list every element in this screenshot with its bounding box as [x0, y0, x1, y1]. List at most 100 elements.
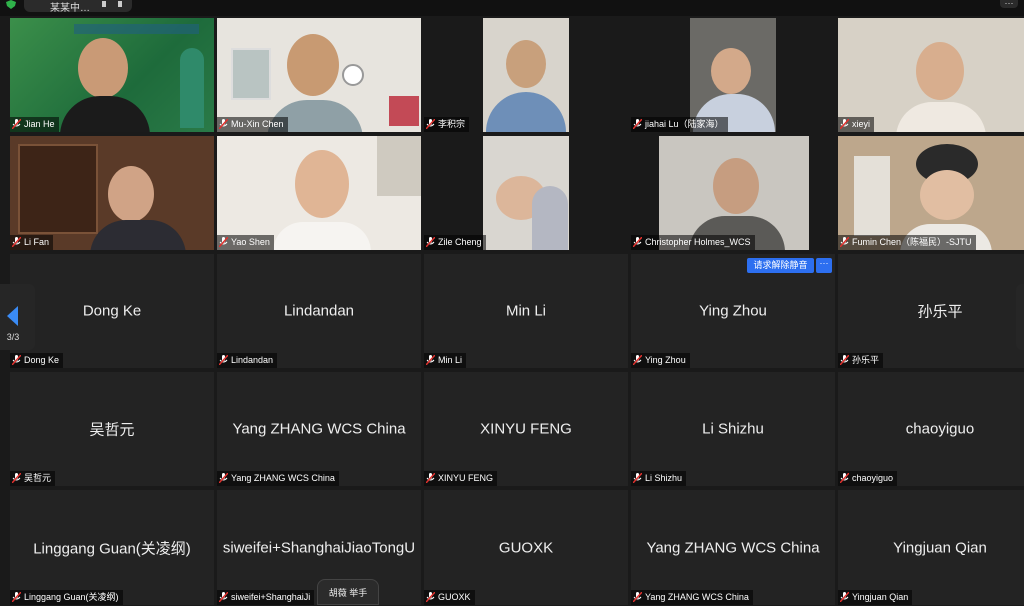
person-head [108, 166, 154, 222]
participant-name-label: Li Shizhu [631, 471, 687, 486]
video-tile[interactable]: jiahai Lu（陆家海） [631, 18, 835, 132]
participant-name-label: Min Li [424, 353, 467, 368]
participant-name-label: chaoyiguo [838, 471, 898, 486]
participant-name-label: Yang ZHANG WCS China [217, 471, 339, 486]
video-tile[interactable]: 李积宗 [424, 18, 628, 132]
audio-tile[interactable]: Min Li Min Li [424, 254, 628, 368]
participant-display-name: 孙乐平 [917, 303, 963, 321]
audio-tile[interactable]: GUOXK GUOXK [424, 490, 628, 605]
muted-mic-icon [840, 119, 849, 129]
participant-display-name: XINYU FENG [480, 420, 572, 438]
more-options-icon[interactable]: ··· [1000, 0, 1018, 8]
participant-display-name: Lindandan [283, 302, 355, 320]
participant-name-label: Jian He [10, 117, 59, 132]
next-page-button[interactable] [1016, 284, 1024, 350]
participant-name-label: Fumin Chen（陈福民）-SJTU [838, 235, 976, 250]
request-unmute-button[interactable]: 请求解除静音 [747, 258, 814, 273]
muted-mic-icon [633, 355, 642, 365]
person-head [916, 42, 964, 100]
meeting-title: 某某中… [50, 3, 90, 14]
muted-mic-icon [633, 119, 642, 129]
person-head [287, 34, 339, 96]
audio-tile[interactable]: chaoyiguo chaoyiguo [838, 372, 1024, 486]
participant-name-label: Yao Shen [217, 235, 274, 250]
audio-tile[interactable]: Linggang Guan(关凌纲) Linggang Guan(关凌纲) [10, 490, 214, 605]
participant-display-name: Yang ZHANG WCS China [646, 539, 820, 556]
video-tile[interactable]: xieyi [838, 18, 1024, 132]
previous-page-button[interactable]: 3/3 [0, 284, 35, 350]
video-tile[interactable]: Christopher Holmes_WCS [631, 136, 835, 250]
muted-mic-icon [12, 355, 21, 365]
audio-tile[interactable]: Yingjuan Qian Yingjuan Qian [838, 490, 1024, 605]
participant-name-label: XINYU FENG [424, 471, 498, 486]
figure-graphic [180, 48, 204, 128]
participant-name-label: Ying Zhou [631, 353, 690, 368]
participant-display-name: Li Shizhu [702, 420, 764, 438]
muted-mic-icon [633, 473, 642, 483]
person-head [713, 158, 759, 214]
muted-mic-icon [633, 592, 642, 602]
audio-tile[interactable]: Lindandan Lindandan [217, 254, 421, 368]
participant-name-label: Yingjuan Qian [838, 590, 913, 605]
muted-mic-icon [219, 355, 228, 365]
participant-display-name: Yang ZHANG WCS China [232, 420, 406, 438]
participant-name-label: Li Fan [10, 235, 54, 250]
muted-mic-icon [219, 119, 228, 129]
background-object [389, 96, 419, 126]
audio-tile[interactable]: Yang ZHANG WCS China Yang ZHANG WCS Chin… [631, 490, 835, 605]
video-feed [217, 18, 421, 132]
meeting-info-pill[interactable]: 某某中… [24, 0, 132, 14]
video-tile[interactable]: Fumin Chen（陈福民）-SJTU [838, 136, 1024, 250]
participant-display-name: Ying Zhou [699, 302, 767, 320]
audio-tile[interactable]: Dong Ke Dong Ke [10, 254, 214, 368]
muted-mic-icon [840, 473, 849, 483]
video-tile[interactable]: Mu-Xin Chen [217, 18, 421, 132]
audio-tile[interactable]: Yang ZHANG WCS China Yang ZHANG WCS Chin… [217, 372, 421, 486]
page-indicator: 3/3 [6, 332, 20, 342]
air-conditioner [377, 136, 421, 196]
participant-name-label: Christopher Holmes_WCS [631, 235, 755, 250]
video-feed [217, 136, 421, 250]
video-tile[interactable]: Jian He [10, 18, 214, 132]
person-head [506, 40, 546, 88]
person-body [273, 222, 371, 250]
audio-tile[interactable]: 孙乐平 孙乐平 [838, 254, 1024, 368]
muted-mic-icon [426, 355, 435, 365]
muted-mic-icon [840, 592, 849, 602]
wall-clock [342, 64, 364, 86]
person-body [90, 220, 186, 250]
person-body [60, 96, 150, 132]
participant-name-label: siweifei+ShanghaiJi [217, 590, 315, 605]
audio-tile[interactable]: XINYU FENG XINYU FENG [424, 372, 628, 486]
person-head [711, 48, 751, 94]
participant-display-name: GUOXK [498, 539, 554, 556]
muted-mic-icon [426, 237, 435, 247]
banner [74, 24, 199, 34]
video-feed [631, 18, 835, 132]
video-tile[interactable]: Li Fan [10, 136, 214, 250]
video-tile[interactable]: Yao Shen [217, 136, 421, 250]
muted-mic-icon [219, 592, 228, 602]
muted-mic-icon [426, 473, 435, 483]
audio-tile[interactable]: Li Shizhu Li Shizhu [631, 372, 835, 486]
person-body [532, 186, 568, 250]
person-head [78, 38, 128, 98]
participant-name-label: Dong Ke [10, 353, 64, 368]
person-head [295, 150, 349, 218]
tile-more-options-button[interactable]: ··· [816, 258, 832, 273]
video-tile[interactable]: Zile Cheng [424, 136, 628, 250]
muted-mic-icon [219, 473, 228, 483]
wall-photo [231, 48, 271, 100]
shield-icon[interactable] [6, 0, 16, 9]
top-bar: 某某中… ··· [0, 0, 1024, 16]
participant-name-label: 李积宗 [424, 117, 470, 132]
participant-name-label: 吴哲元 [10, 471, 56, 486]
raise-hand-notification[interactable]: 胡薇 举手 [317, 579, 379, 605]
participant-name-label: Yang ZHANG WCS China [631, 590, 753, 605]
muted-mic-icon [12, 119, 21, 129]
participant-name-label: Linggang Guan(关凌纲) [10, 590, 123, 605]
audio-tile[interactable]: 吴哲元 吴哲元 [10, 372, 214, 486]
participant-name-label: jiahai Lu（陆家海） [631, 117, 728, 132]
video-feed [631, 136, 835, 250]
muted-mic-icon [219, 237, 228, 247]
